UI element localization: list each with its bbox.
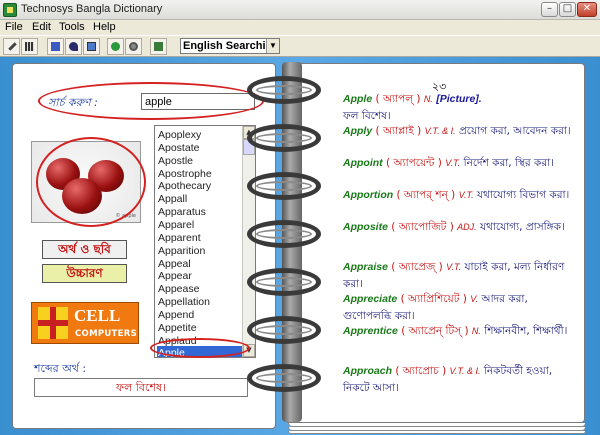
music-note-icon [69, 42, 78, 51]
entry-word[interactable]: Apply [343, 125, 372, 137]
entry-meaning: শিক্ষানবীশ, শিক্ষার্থী। [484, 325, 568, 337]
keyboard-icon [25, 42, 34, 51]
entry-part-of-speech: V.T. & I. [449, 366, 481, 376]
entry-pronunciation: ( অ্যাপল্ ) [375, 93, 421, 105]
pronounce-button[interactable]: উচ্চারণ [42, 264, 127, 283]
entry-word[interactable]: Apprentice [343, 325, 398, 337]
entry-part-of-speech: V.T. [458, 190, 474, 200]
logo-text-cell: CELL [74, 306, 121, 325]
dictionary-entry: Apple ( অ্যাপল্ ) N. [Picture]. ফল বিশেষ। [343, 91, 575, 125]
entry-pronunciation: ( অ্যাপ্লাই ) [375, 125, 422, 137]
minimize-button[interactable]: – [541, 2, 558, 17]
meaning-label: শব্দের অর্থ : [34, 362, 87, 375]
gear-icon [129, 42, 138, 51]
entry-part-of-speech: N. [471, 326, 481, 336]
binder-ring [247, 172, 321, 200]
menu-bar: File Edit Tools Help [0, 20, 600, 35]
dictionary-entry: Apportion ( অ্যাপর্ শন্ ) V.T. যথাযোগ্য … [343, 187, 575, 204]
title-bar[interactable]: Technosys Bangla Dictionary – □ ✕ [0, 0, 600, 20]
scroll-down-icon[interactable]: ▼ [243, 344, 255, 357]
word-picture: © apple [31, 141, 141, 223]
wrench-icon [8, 42, 17, 51]
meaning-field: ফল বিশেষ। [34, 378, 248, 397]
list-item[interactable]: Apple [157, 346, 243, 357]
entry-pronunciation: ( অ্যাপ্রিশিয়েট ) [400, 293, 467, 305]
logo-cross-icon [38, 307, 68, 339]
window-title: Technosys Bangla Dictionary [21, 3, 163, 15]
entry-word[interactable]: Apple [343, 93, 372, 105]
binder-ring [247, 76, 321, 104]
search-label: সার্চ করুণ : [48, 96, 98, 109]
dictionary-entry: Apprentice ( অ্যাপ্রেন্ টিস্ ) N. শিক্ষা… [343, 323, 575, 340]
app-book-icon [3, 3, 17, 17]
dictionary-entry: Appreciate ( অ্যাপ্রিশিয়েট ) V. আদর করা… [343, 291, 575, 325]
apple-image [62, 178, 102, 214]
binder-ring [247, 220, 321, 248]
entry-part-of-speech: V.T. & I. [424, 126, 456, 136]
binder-ring [247, 268, 321, 296]
cell-computers-logo: CELL COMPUTERS [31, 302, 139, 344]
maximize-button[interactable]: □ [559, 2, 576, 17]
entry-word[interactable]: Appraise [343, 261, 388, 273]
entry-pronunciation: ( অ্যাপ্রেন্ টিস্ ) [401, 325, 469, 337]
entry-word[interactable]: Approach [343, 365, 392, 377]
entry-pronunciation: ( অ্যাপ্রেজ্ ) [391, 261, 443, 273]
entry-meaning: ফল বিশেষ। [343, 110, 391, 122]
page-edge [288, 431, 586, 434]
search-input[interactable] [141, 93, 255, 110]
entry-word[interactable]: Appoint [343, 157, 383, 169]
entry-part-of-speech: ADJ. [457, 222, 477, 232]
dictionary-entry: Appoint ( অ্যাপয়েন্ট ) V.T. নির্দেশ করা… [343, 155, 575, 172]
toolbar-media-button[interactable] [47, 38, 64, 55]
entry-word[interactable]: Appreciate [343, 293, 397, 305]
search-mode-value: English Searching [183, 40, 279, 52]
toolbar: English Searching ▼ [0, 35, 600, 57]
entry-meaning: প্রয়োগ করা, আবেদন করা। [458, 125, 571, 137]
app-window: Technosys Bangla Dictionary – □ ✕ File E… [0, 0, 600, 435]
dictionary-entry: Apply ( অ্যাপ্লাই ) V.T. & I. প্রয়োগ কর… [343, 123, 575, 140]
chevron-down-icon[interactable]: ▼ [266, 39, 279, 53]
binder-ring [247, 364, 321, 392]
entry-meaning: যথাযোগ্য বিভাগ করা। [476, 189, 570, 201]
entry-part-of-speech: N. [423, 94, 433, 104]
entry-word[interactable]: Apportion [343, 189, 393, 201]
meaning-and-picture-button[interactable]: অর্থ ও ছবি [42, 240, 127, 259]
toolbar-globe-button[interactable] [107, 38, 124, 55]
entry-part-of-speech: V. [470, 294, 479, 304]
picture-caption: © apple [115, 213, 136, 219]
toolbar-monitor-button[interactable] [83, 38, 100, 55]
toolbar-keyboard-button[interactable] [21, 38, 38, 55]
dictionary-entry: Approach ( অ্যাপ্রোচ ) V.T. & I. নিকটবর্… [343, 363, 575, 397]
dictionary-entry: Appraise ( অ্যাপ্রেজ্ ) V.T. যাচাই করা, … [343, 259, 575, 293]
toolbar-tools-button[interactable] [3, 38, 20, 55]
entry-word[interactable]: Apposite [343, 221, 388, 233]
menu-file[interactable]: File [5, 21, 23, 33]
entry-pronunciation: ( অ্যাপর্ শন্ ) [396, 189, 456, 201]
toolbar-music-button[interactable] [65, 38, 82, 55]
entry-picture-link[interactable]: [Picture]. [436, 93, 482, 105]
toolbar-exit-button[interactable] [150, 38, 167, 55]
menu-help[interactable]: Help [93, 21, 116, 33]
entry-meaning: নির্দেশ করা, স্থির করা। [463, 157, 554, 169]
exit-icon [154, 42, 163, 51]
toolbar-settings-button[interactable] [125, 38, 142, 55]
binder-ring [247, 124, 321, 152]
entry-part-of-speech: V.T. [445, 158, 461, 168]
monitor-icon [87, 42, 96, 51]
globe-icon [111, 42, 120, 51]
entry-meaning: যথাযোগ্য, প্রাসঙ্গিক। [480, 221, 565, 233]
entry-part-of-speech: V.T. [446, 262, 462, 272]
binder-ring [247, 316, 321, 344]
search-mode-select[interactable]: English Searching ▼ [180, 38, 280, 54]
word-list[interactable]: Apoplexy Apostate Apostle Apostrophe Apothec… [154, 125, 256, 358]
entry-pronunciation: ( অ্যাপ্রোচ ) [395, 365, 447, 377]
menu-edit[interactable]: Edit [32, 21, 51, 33]
entry-pronunciation: ( অ্যাপয়েন্ট ) [386, 157, 442, 169]
entry-pronunciation: ( অ্যাপোজিট ) [391, 221, 454, 233]
logo-text-computers: COMPUTERS [75, 329, 138, 339]
close-button[interactable]: ✕ [577, 2, 597, 17]
dictionary-entry: Apposite ( অ্যাপোজিট ) ADJ. যথাযোগ্য, প্… [343, 219, 575, 236]
media-icon [51, 42, 60, 51]
menu-tools[interactable]: Tools [59, 21, 85, 33]
